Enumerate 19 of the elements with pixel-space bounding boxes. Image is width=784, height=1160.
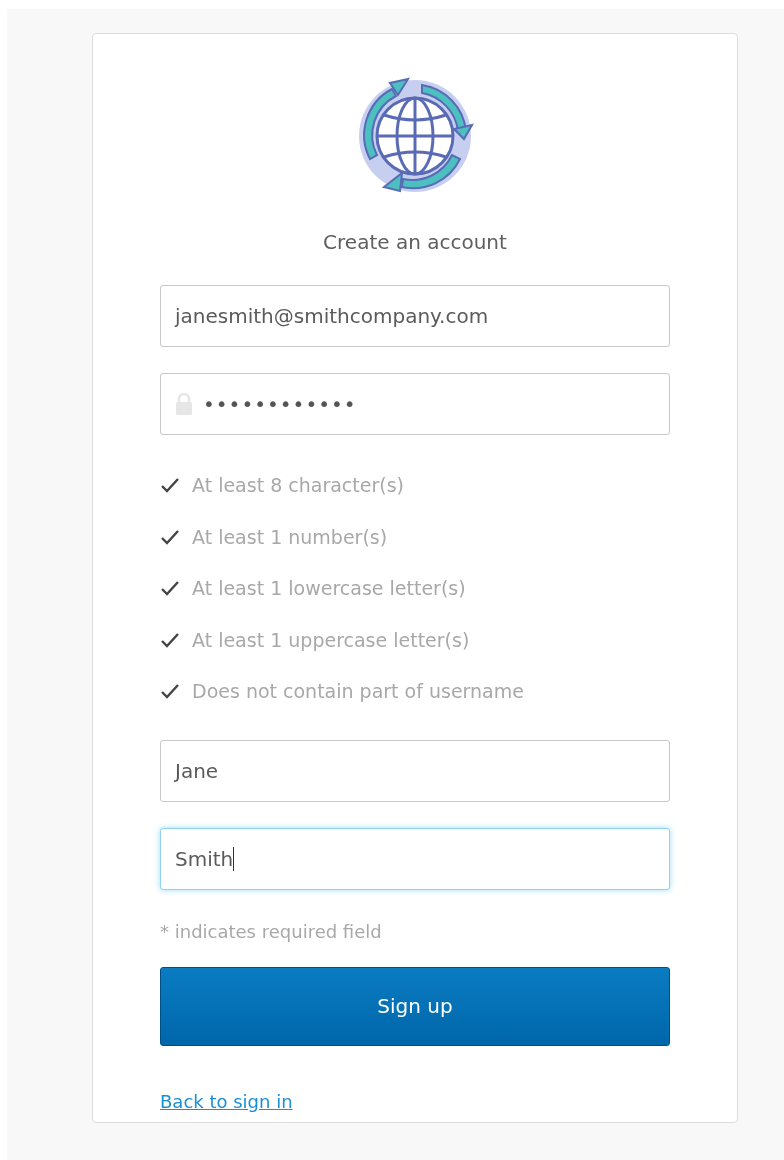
sign-up-button[interactable]: Sign up [160,966,670,1046]
back-link[interactable]: Back to sign in [160,1087,293,1115]
input-field[interactable]: Jane [160,739,670,802]
input-field[interactable]: •••••••••••• [160,373,670,435]
requirement-text: Does not contain part of username [192,679,524,704]
field-value: Jane [175,757,219,785]
requirement-text: At least 8 character(s) [192,473,404,498]
field-value: janesmith@smithcompany.com [175,303,489,330]
input-field[interactable]: Smith [160,827,670,890]
required-note: * indicates required field [160,919,383,944]
requirement-text: At least 1 uppercase letter(s) [192,627,470,653]
text-cursor [233,846,235,871]
field-value: •••••••••••• [203,391,357,418]
field-value: Smith [175,845,234,873]
input-field[interactable]: janesmith@smithcompany.com [160,285,670,347]
requirement-text: At least 1 lowercase letter(s) [192,576,466,601]
requirement-text: At least 1 number(s) [192,524,388,550]
lock-icon [175,393,193,415]
form-title: Create an account [322,229,508,256]
